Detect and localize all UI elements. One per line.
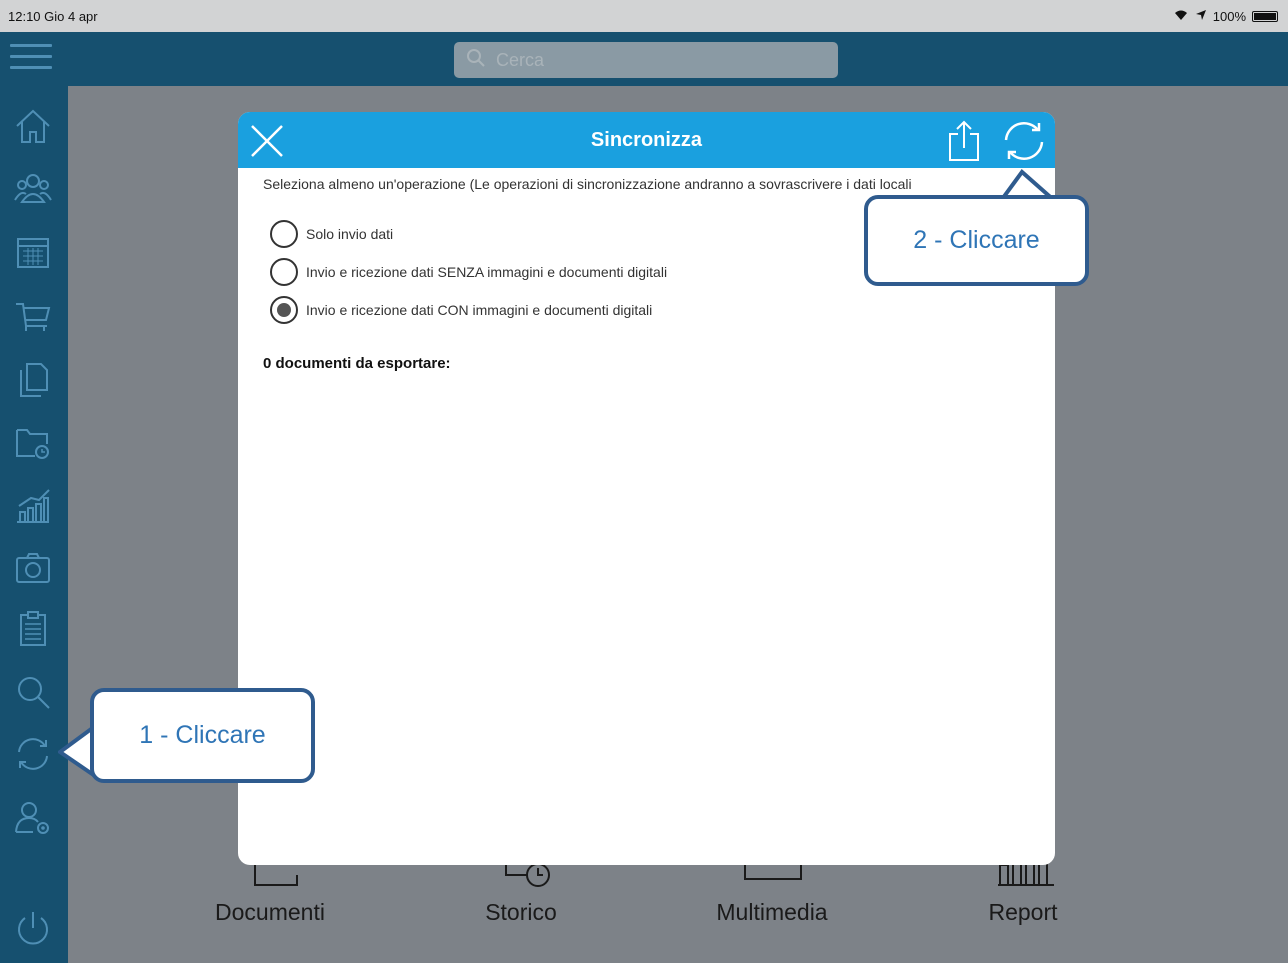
sync-icon[interactable] [1000, 120, 1048, 162]
customers-icon[interactable] [13, 168, 53, 208]
close-icon[interactable] [248, 122, 286, 160]
radio-option-solo-invio[interactable]: Solo invio dati [270, 219, 393, 249]
wifi-icon [1173, 9, 1189, 24]
search-input[interactable]: Cerca [454, 42, 838, 78]
search-icon[interactable] [13, 672, 53, 712]
bottom-label-documenti: Documenti [215, 899, 325, 925]
callout-step-2: 2 - Cliccare [864, 195, 1089, 286]
location-icon [1195, 9, 1207, 24]
radio-label: Invio e ricezione dati SENZA immagini e … [306, 264, 668, 280]
sync-instruction-text: Seleziona almeno un'operazione (Le opera… [263, 176, 912, 192]
sidebar [0, 86, 68, 963]
history-folder-icon[interactable] [13, 422, 53, 462]
battery-icon [1252, 11, 1278, 22]
search-placeholder: Cerca [496, 49, 545, 70]
calendar-icon[interactable] [13, 232, 53, 272]
status-bar: 12:10 Gio 4 apr 100% [0, 0, 1288, 32]
home-icon[interactable] [13, 106, 53, 146]
report-chart-icon[interactable] [13, 486, 53, 526]
callout-step-1-text: 1 - Cliccare [139, 721, 266, 749]
share-icon[interactable] [944, 118, 984, 164]
modal-title: Sincronizza [590, 129, 703, 151]
radio-button[interactable] [270, 220, 298, 248]
bottom-label-report: Report [988, 899, 1058, 925]
radio-label: Invio e ricezione dati CON immagini e do… [306, 302, 653, 318]
cart-icon[interactable] [13, 296, 53, 336]
radio-label: Solo invio dati [306, 226, 394, 242]
callout-step-2-text: 2 - Cliccare [913, 226, 1040, 254]
hamburger-menu-icon[interactable] [10, 44, 52, 74]
radio-option-con-immagini[interactable]: Invio e ricezione dati CON immagini e do… [270, 295, 652, 325]
user-settings-icon[interactable] [13, 798, 53, 838]
status-time-date: 12:10 Gio 4 apr [8, 9, 98, 24]
bottom-label-storico: Storico [485, 899, 557, 925]
status-indicators: 100% [1173, 9, 1278, 24]
radio-button-selected[interactable] [270, 296, 298, 324]
top-bar: Cerca [0, 32, 1288, 86]
battery-percent: 100% [1212, 9, 1246, 24]
documents-count-label: 0 documenti da esportare: [263, 355, 451, 372]
radio-option-senza-immagini[interactable]: Invio e ricezione dati SENZA immagini e … [270, 257, 667, 287]
modal-header: Sincronizza [238, 112, 1055, 168]
power-icon[interactable] [13, 908, 53, 948]
documents-icon[interactable] [13, 360, 53, 400]
search-icon [466, 48, 486, 73]
sync-icon[interactable] [13, 734, 53, 774]
bottom-label-multimedia: Multimedia [716, 899, 828, 925]
clipboard-icon[interactable] [13, 608, 53, 648]
camera-icon[interactable] [13, 548, 53, 588]
radio-button[interactable] [270, 258, 298, 286]
callout-step-1: 1 - Cliccare [90, 688, 315, 783]
